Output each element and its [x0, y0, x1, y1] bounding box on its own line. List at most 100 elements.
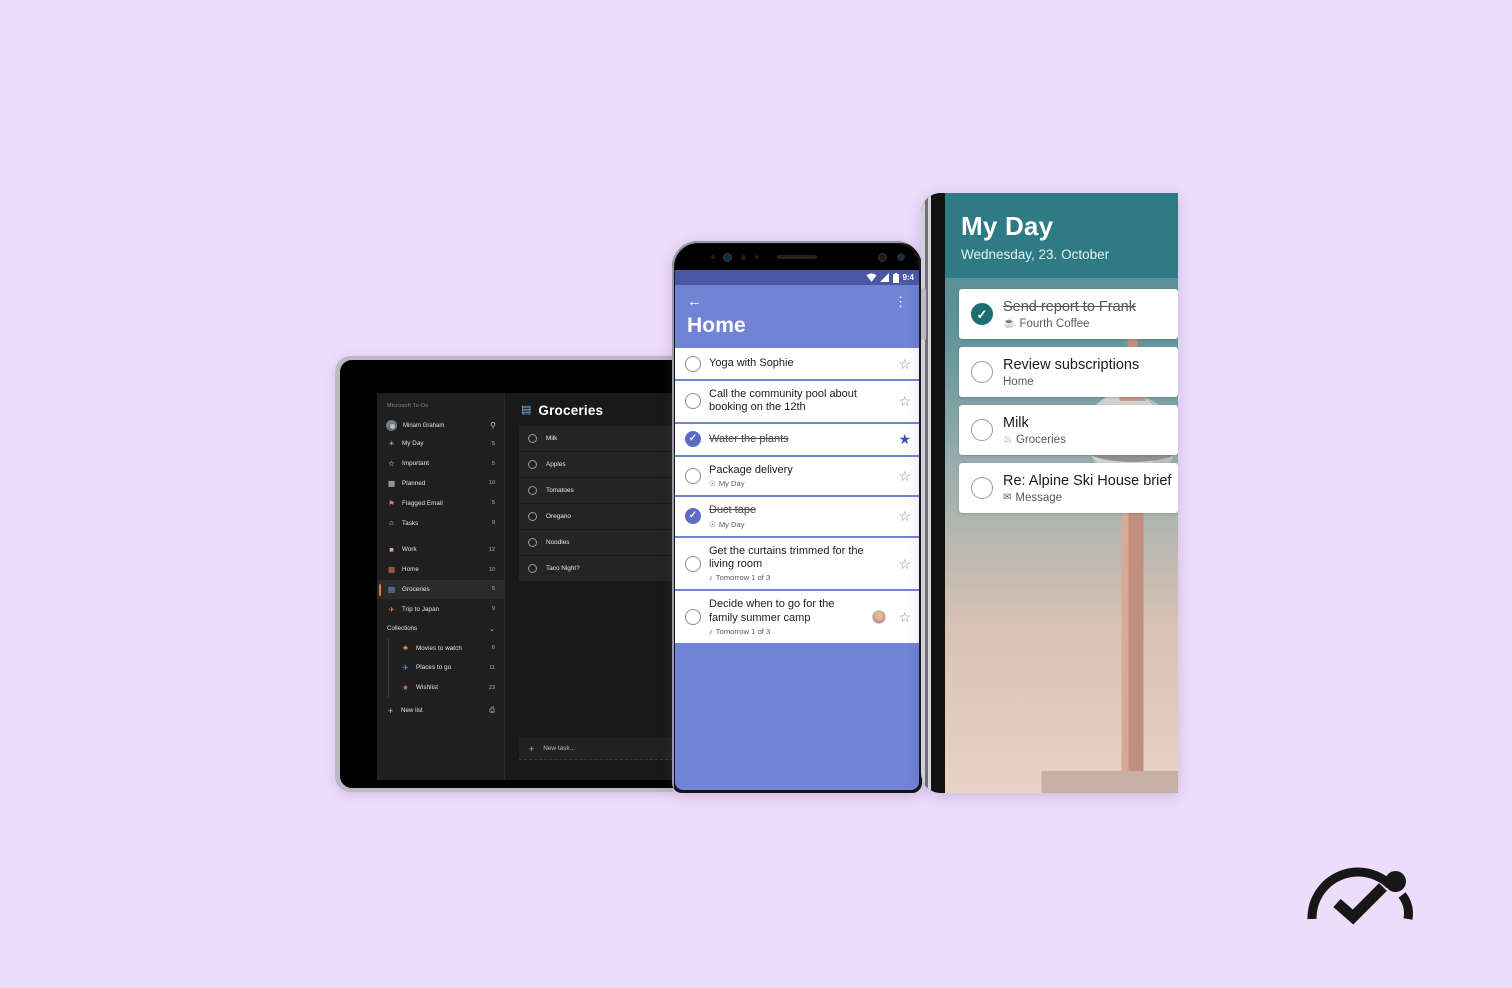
- star-icon[interactable]: ★: [898, 432, 911, 446]
- sun-icon: ☀: [388, 439, 395, 449]
- task-checkbox[interactable]: [685, 393, 701, 410]
- new-task-placeholder: New task...: [543, 745, 575, 752]
- front-camera-icon: [723, 252, 732, 262]
- task-checkbox[interactable]: [685, 431, 701, 448]
- star-icon: ☆: [388, 458, 395, 468]
- task-meta-label: Tomorrow 1 of 3: [715, 627, 771, 637]
- task-checkbox[interactable]: [685, 609, 701, 626]
- android-task-list: Yoga with Sophie ☆ Call the community po…: [675, 348, 919, 646]
- assignee-avatar: [872, 610, 887, 625]
- account-row[interactable]: Miriam Graham ⚲: [377, 417, 504, 434]
- task-row[interactable]: Apples: [519, 452, 673, 478]
- myday-phone-device: My Day Wednesday, 23. October Send repor…: [921, 193, 1178, 793]
- task-row[interactable]: Call the community pool about booking on…: [675, 381, 919, 424]
- task-row[interactable]: Water the plants ★: [675, 423, 919, 457]
- task-list: Milk Apples Tomatoes Oregano Noodles Tac…: [505, 426, 673, 582]
- back-arrow-icon[interactable]: ←: [687, 294, 702, 309]
- star-icon[interactable]: ☆: [898, 557, 911, 571]
- task-row[interactable]: Send report to Frank ☕ Fourth Coffee: [959, 289, 1178, 339]
- sun-icon: ☉: [709, 519, 716, 529]
- sensor-dot-icon: [741, 254, 746, 260]
- myday-task-list: Send report to Frank ☕ Fourth Coffee Rev…: [945, 289, 1178, 521]
- flag-icon: ⚑: [388, 498, 395, 508]
- task-checkbox[interactable]: [528, 538, 537, 547]
- task-row[interactable]: Package delivery ☉ My Day ☆: [675, 456, 919, 498]
- account-name: Miriam Graham: [403, 422, 445, 429]
- task-checkbox[interactable]: [971, 477, 993, 499]
- tablet-screen: Microsoft To-Do Miriam Graham ⚲ ☀ My Day…: [340, 360, 673, 788]
- task-title: Oregano: [546, 513, 571, 520]
- task-row[interactable]: Review subscriptions Home: [959, 347, 1178, 397]
- task-checkbox[interactable]: [685, 355, 701, 372]
- new-group-icon[interactable]: ⎙: [489, 707, 495, 715]
- sidebar-item-my-day[interactable]: ☀ My Day 5: [377, 434, 504, 454]
- sidebar-item-label: Home: [402, 566, 419, 574]
- task-title: Review subscriptions: [1003, 356, 1140, 373]
- task-row[interactable]: Tomatoes: [519, 478, 673, 504]
- task-checkbox[interactable]: [528, 564, 537, 573]
- star-icon[interactable]: ☆: [898, 610, 911, 624]
- task-checkbox[interactable]: [971, 419, 993, 441]
- task-row[interactable]: Get the curtains trimmed for the living …: [675, 537, 919, 592]
- sidebar-item-tasks[interactable]: ⌂ Tasks 9: [377, 513, 504, 533]
- task-checkbox[interactable]: [685, 555, 701, 572]
- popcorn-icon: ♣: [403, 643, 408, 653]
- task-row[interactable]: Milk ♨ Groceries: [959, 405, 1178, 455]
- new-list-button[interactable]: + New list ⎙: [377, 701, 504, 721]
- task-row[interactable]: Decide when to go for the family summer …: [675, 591, 919, 646]
- task-checkbox[interactable]: [528, 434, 537, 443]
- plus-icon: +: [529, 743, 535, 754]
- myday-phone-screen: My Day Wednesday, 23. October Send repor…: [945, 193, 1178, 793]
- task-row[interactable]: Yoga with Sophie ☆: [675, 348, 919, 381]
- task-checkbox[interactable]: [528, 512, 537, 521]
- task-row[interactable]: Re: Alpine Ski House brief ✉ Message: [959, 463, 1178, 513]
- plane-icon: ✈: [402, 663, 409, 673]
- new-task-input[interactable]: + New task...: [519, 738, 673, 760]
- task-row[interactable]: Duct tape ☉ My Day ☆: [675, 497, 919, 538]
- sidebar-item-label: Planned: [402, 479, 426, 487]
- sidebar-item-groceries[interactable]: ▤ Groceries 5: [377, 579, 504, 600]
- new-list-label: New list: [401, 707, 423, 715]
- sidebar-item-planned[interactable]: ▦ Planned 10: [377, 474, 504, 494]
- star-icon[interactable]: ☆: [898, 394, 911, 408]
- phone-bezel: [931, 193, 945, 793]
- android-app-bar: ← ⋮ Home: [675, 285, 919, 348]
- chevron-down-icon[interactable]: ⌄: [489, 625, 495, 633]
- task-row[interactable]: Milk: [519, 426, 673, 452]
- task-checkbox[interactable]: [971, 303, 993, 325]
- star-icon[interactable]: ☆: [898, 469, 911, 483]
- groceries-icon: ▤: [521, 404, 532, 416]
- task-meta-label: My Day: [718, 479, 745, 489]
- calendar-icon: ▦: [387, 478, 396, 488]
- sidebar-item-home[interactable]: ▦ Home 10: [377, 560, 504, 580]
- list-header: ▤ Groceries: [505, 393, 673, 426]
- sidebar-item-trip-to-japan[interactable]: ✈ Trip to Japan 9: [377, 599, 504, 619]
- star-icon[interactable]: ☆: [898, 357, 911, 371]
- task-checkbox[interactable]: [528, 460, 537, 469]
- sidebar-item-important[interactable]: ☆ Important 5: [377, 454, 504, 474]
- task-row[interactable]: Noodles: [519, 530, 673, 556]
- sidebar-item-flagged-email[interactable]: ⚑ Flagged Email 5: [377, 493, 504, 513]
- tablet-todo-app: Microsoft To-Do Miriam Graham ⚲ ☀ My Day…: [377, 393, 673, 780]
- more-vertical-icon[interactable]: ⋮: [894, 295, 907, 308]
- task-row[interactable]: Taco Night?: [519, 556, 673, 582]
- collections-header[interactable]: Collections ⌄: [377, 619, 504, 638]
- task-checkbox[interactable]: [971, 361, 993, 383]
- sidebar-item-label: Places to go: [416, 664, 452, 672]
- task-row[interactable]: Oregano: [519, 504, 673, 530]
- task-checkbox[interactable]: [685, 508, 701, 525]
- search-icon[interactable]: ⚲: [490, 421, 496, 430]
- sidebar-item-count: 5: [491, 460, 495, 467]
- sidebar-item-movies-to-watch[interactable]: ♣ Movies to watch 6: [395, 638, 504, 658]
- side-button[interactable]: [921, 288, 926, 340]
- task-title: Tomatoes: [546, 487, 574, 494]
- star-icon[interactable]: ☆: [898, 509, 911, 523]
- task-checkbox[interactable]: [528, 486, 537, 495]
- task-checkbox[interactable]: [685, 468, 701, 485]
- sidebar-item-wishlist[interactable]: ★ Wishlist 23: [395, 678, 504, 698]
- task-meta: Home: [1003, 376, 1168, 388]
- sidebar-item-label: My Day: [402, 440, 424, 448]
- sidebar-item-places-to-go[interactable]: ✈ Places to go 11: [395, 658, 504, 678]
- iris-scanner-icon: [878, 252, 887, 262]
- sidebar-item-work[interactable]: ■ Work 12: [377, 540, 504, 560]
